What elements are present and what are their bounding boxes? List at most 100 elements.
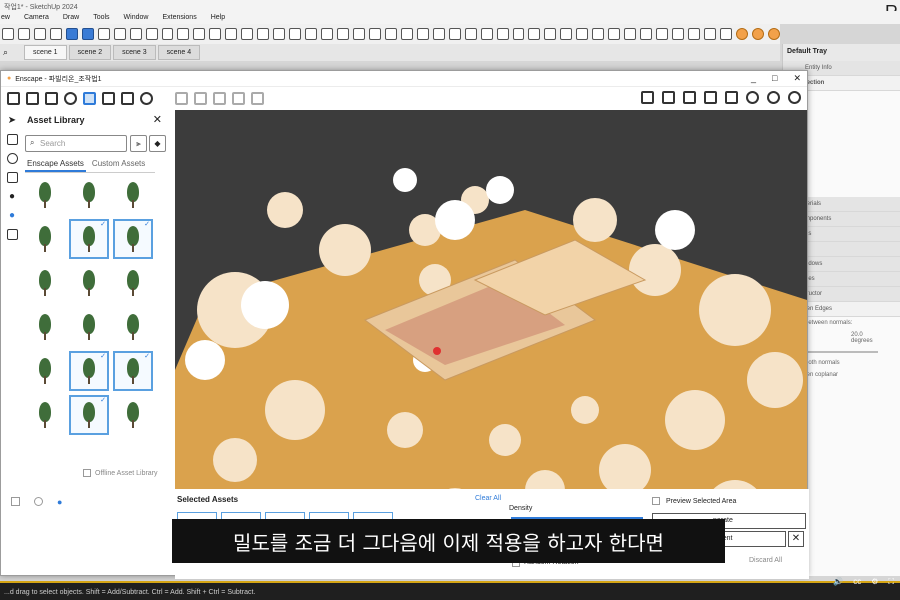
eye-icon[interactable]	[64, 91, 77, 105]
cursor-icon[interactable]: ➤	[8, 115, 16, 126]
toolbar-tool-icon[interactable]	[193, 28, 206, 40]
toolbar-tool-icon[interactable]	[352, 28, 365, 40]
toolbar-tool-icon[interactable]	[368, 28, 381, 40]
toolbar-tool-icon[interactable]	[656, 28, 669, 40]
captions-icon[interactable]: cc	[853, 577, 861, 587]
toolbar-tool-icon[interactable]	[289, 28, 302, 40]
tab-custom-assets[interactable]: Custom Assets	[90, 157, 147, 172]
toolbar-tool-icon[interactable]	[592, 28, 605, 40]
cube-icon[interactable]	[683, 91, 696, 104]
toolbar-orange-icon[interactable]	[751, 28, 764, 40]
globe-icon[interactable]	[140, 91, 153, 105]
asset-tree[interactable]	[25, 175, 65, 215]
image-icon[interactable]	[213, 91, 226, 105]
toolbar-tool-icon[interactable]	[33, 28, 46, 40]
toolbar-orange-icon[interactable]	[767, 28, 780, 40]
menu-window[interactable]: Window	[123, 14, 150, 21]
asset-tree-selected[interactable]	[69, 351, 109, 391]
toolbar-tool-icon[interactable]	[624, 28, 637, 40]
asset-tree-selected[interactable]	[69, 395, 109, 435]
asset-tree-selected[interactable]	[69, 219, 109, 259]
tab-scene-3[interactable]: scene 3	[113, 45, 156, 60]
fullscreen-icon[interactable]: ⛶	[888, 577, 894, 587]
render-icon[interactable]	[194, 91, 207, 105]
toolbar-tool-icon[interactable]	[305, 28, 318, 40]
menu-help[interactable]: Help	[210, 14, 226, 21]
preview-selected-area[interactable]: Preview Selected Area	[652, 497, 736, 505]
help-icon[interactable]	[788, 91, 801, 104]
toolbar-tool-icon[interactable]	[225, 28, 238, 40]
clear-all-link[interactable]: Clear All	[475, 495, 501, 502]
shield-icon[interactable]	[83, 91, 96, 105]
asset-tree[interactable]	[25, 219, 65, 259]
toolbar-tool-icon[interactable]	[145, 28, 158, 40]
grid-icon[interactable]	[45, 91, 58, 105]
minimize-button[interactable]: _	[751, 73, 756, 84]
bookmark-icon[interactable]	[121, 91, 134, 105]
building-icon[interactable]	[102, 91, 115, 105]
move-icon[interactable]	[6, 134, 18, 145]
asset-tree[interactable]	[69, 175, 109, 215]
toolbar-tool-icon[interactable]	[480, 28, 493, 40]
vr-icon[interactable]	[725, 91, 738, 104]
asset-tree[interactable]	[113, 175, 153, 215]
maximize-button[interactable]: □	[772, 73, 777, 84]
asset-tree-selected[interactable]	[113, 219, 153, 259]
eye-icon[interactable]	[746, 91, 759, 104]
tag-icon[interactable]: ◆	[149, 135, 166, 152]
angle-slider[interactable]	[805, 351, 878, 353]
volume-icon[interactable]: 🔊	[833, 577, 843, 587]
paint-icon[interactable]: ●	[57, 497, 62, 507]
toolbar-tool-icon[interactable]	[719, 28, 732, 40]
toolbar-tool-icon[interactable]	[273, 28, 286, 40]
batch-icon[interactable]	[232, 91, 245, 105]
filter-icon[interactable]: ⫸	[130, 135, 147, 152]
discard-all-button[interactable]: Discard All	[749, 557, 782, 564]
toolbar-tool-icon[interactable]	[528, 28, 541, 40]
tab-scene-4[interactable]: scene 4	[157, 45, 201, 60]
capture-icon[interactable]	[175, 91, 188, 105]
tab-scene-2[interactable]: scene 2	[68, 45, 112, 60]
scatter-icon[interactable]: ●	[9, 210, 15, 221]
asset-tree[interactable]	[25, 395, 65, 435]
toolbar-tool-icon[interactable]	[337, 28, 349, 40]
tab-scene-1[interactable]: scene 1	[24, 45, 67, 60]
tab-enscape-assets[interactable]: Enscape Assets	[25, 157, 86, 172]
toolbar-tool-icon[interactable]	[544, 28, 557, 40]
toolbar-tool-icon[interactable]	[321, 28, 334, 40]
drop-icon[interactable]: ●	[9, 191, 15, 202]
window-close-button[interactable]: ✕	[793, 73, 801, 84]
asset-tree[interactable]	[69, 263, 109, 303]
enscape-logo-icon[interactable]	[65, 28, 78, 40]
delete-icon[interactable]	[6, 229, 18, 240]
scale-icon[interactable]	[6, 172, 18, 183]
enscape-live-icon[interactable]	[81, 28, 94, 40]
circle-icon[interactable]	[34, 497, 43, 506]
material-icon[interactable]	[704, 91, 717, 104]
export-icon[interactable]	[251, 91, 264, 105]
gear-icon[interactable]	[767, 91, 780, 104]
toolbar-tool-icon[interactable]	[512, 28, 525, 40]
menu-view[interactable]: ew	[0, 14, 11, 21]
menu-tools[interactable]: Tools	[92, 14, 110, 21]
toolbar-tool-icon[interactable]	[464, 28, 477, 40]
toolbar-tool-icon[interactable]	[17, 28, 30, 40]
toolbar-tool-icon[interactable]	[177, 28, 190, 40]
toolbar-tool-icon[interactable]	[496, 28, 509, 40]
toolbar-tool-icon[interactable]	[608, 28, 621, 40]
toolbar-tool-icon[interactable]	[97, 28, 110, 40]
toolbar-tool-icon[interactable]	[640, 28, 653, 40]
square-icon[interactable]	[11, 497, 20, 506]
menu-camera[interactable]: Camera	[23, 14, 50, 21]
offline-asset-library[interactable]: Offline Asset Library	[83, 469, 158, 477]
toolbar-tool-icon[interactable]	[416, 28, 429, 40]
toolbar-tool-icon[interactable]	[703, 28, 716, 40]
asset-tree[interactable]	[25, 263, 65, 303]
toolbar-tool-icon[interactable]	[448, 28, 461, 40]
toolbar-tool-icon[interactable]	[384, 28, 397, 40]
home-icon[interactable]	[7, 91, 20, 105]
toolbar-tool-icon[interactable]	[576, 28, 589, 40]
asset-tree-selected[interactable]	[113, 351, 153, 391]
toolbar-tool-icon[interactable]	[49, 28, 62, 40]
settings-gear-icon[interactable]: ⚙	[871, 577, 878, 587]
